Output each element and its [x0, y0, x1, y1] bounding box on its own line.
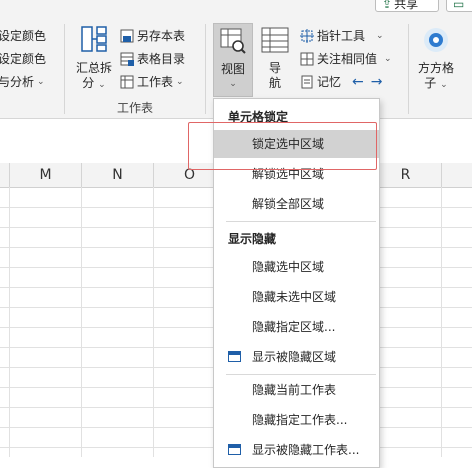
focus-same-value-button[interactable]: 关注相同值 ⌄ — [300, 50, 392, 67]
chevron-down-icon: ⌄ — [37, 76, 45, 87]
menu-item-show-hidden-area[interactable]: 显示被隐藏区域 — [214, 343, 379, 371]
share-button[interactable]: ⇪ 共享 — [375, 0, 439, 12]
group-label-worksheet: 工作表 — [117, 101, 154, 115]
column-header-r[interactable]: R — [370, 163, 442, 187]
menu-item-hide-unselected[interactable]: 隐藏未选中区域 — [214, 283, 379, 311]
crosshair-icon — [300, 28, 314, 43]
ribbon-divider — [64, 24, 65, 114]
fangfang-logo-icon — [424, 28, 448, 52]
split-table-icon — [81, 26, 107, 52]
view-button[interactable]: 视图 ⌄ — [213, 23, 253, 97]
pointer-tool-button[interactable]: 指针工具 ⌄ — [300, 27, 384, 44]
col-line — [9, 187, 10, 457]
chevron-down-icon: ⌄ — [98, 80, 106, 90]
ribbon-divider — [205, 24, 206, 114]
menu-item-hide-selected[interactable]: 隐藏选中区域 — [214, 253, 379, 281]
fangfang-grid-button[interactable]: 方方格 子 ⌄ — [414, 26, 458, 93]
worksheet-button[interactable]: 工作表 ⌄ — [120, 73, 184, 90]
ribbon-divider — [408, 24, 409, 114]
chevron-down-icon: ⌄ — [176, 76, 184, 87]
menu-separator — [226, 221, 376, 222]
menu-item-hide-specified[interactable]: 隐藏指定区域... — [214, 313, 379, 341]
set-color-item-2[interactable]: 设定颜色 — [0, 50, 46, 67]
comment-icon: ▭ — [453, 0, 465, 11]
col-line — [441, 187, 442, 457]
menu-item-show-hidden-sheet[interactable]: 显示被隐藏工作表... — [214, 436, 379, 464]
chevron-down-icon: ⌄ — [384, 53, 392, 64]
set-color-item-1[interactable]: 设定颜色 — [0, 27, 46, 44]
table-directory-button[interactable]: 表格目录 — [120, 50, 185, 67]
chevron-down-icon: ⌄ — [440, 80, 448, 90]
section-show-hide: 显示隐藏 — [228, 232, 277, 246]
menu-item-hide-specified-sheet[interactable]: 隐藏指定工作表... — [214, 406, 379, 434]
table-list-icon — [120, 52, 134, 66]
chevron-down-icon: ⌄ — [229, 79, 237, 89]
col-line — [81, 187, 82, 457]
share-icon: ⇪ — [382, 0, 393, 11]
navigation-button[interactable]: 导 航 — [258, 26, 292, 91]
chevron-down-icon: ⌄ — [376, 30, 384, 41]
analysis-item[interactable]: 与分析 ⌄ — [0, 73, 45, 90]
column-header-n[interactable]: N — [82, 163, 154, 187]
menu-separator — [226, 374, 376, 375]
view-icon — [220, 28, 246, 54]
arrow-right-icon[interactable]: → — [371, 74, 383, 90]
column-header-partial[interactable] — [0, 163, 10, 187]
worksheet-icon — [120, 75, 134, 88]
window-icon — [228, 444, 241, 455]
comment-button[interactable]: ▭ — [446, 0, 472, 12]
menu-item-hide-current-sheet[interactable]: 隐藏当前工作表 — [214, 376, 379, 404]
focus-icon — [300, 52, 314, 65]
highlight-box — [188, 122, 377, 170]
save-sheet-icon — [120, 29, 134, 42]
menu-item-unlock-all[interactable]: 解锁全部区域 — [214, 190, 379, 218]
col-line — [153, 187, 154, 457]
window-icon — [228, 351, 241, 362]
remember-button[interactable]: 记忆 ← → — [300, 73, 382, 90]
save-as-button[interactable]: 另存本表 — [120, 27, 185, 44]
column-header-partial[interactable] — [442, 163, 472, 187]
memory-icon — [301, 75, 313, 88]
column-header-m[interactable]: M — [10, 163, 82, 187]
navigation-icon — [261, 27, 289, 53]
summary-split-button[interactable]: 汇总拆 分 ⌄ — [72, 24, 116, 93]
arrow-left-icon[interactable]: ← — [352, 74, 364, 90]
